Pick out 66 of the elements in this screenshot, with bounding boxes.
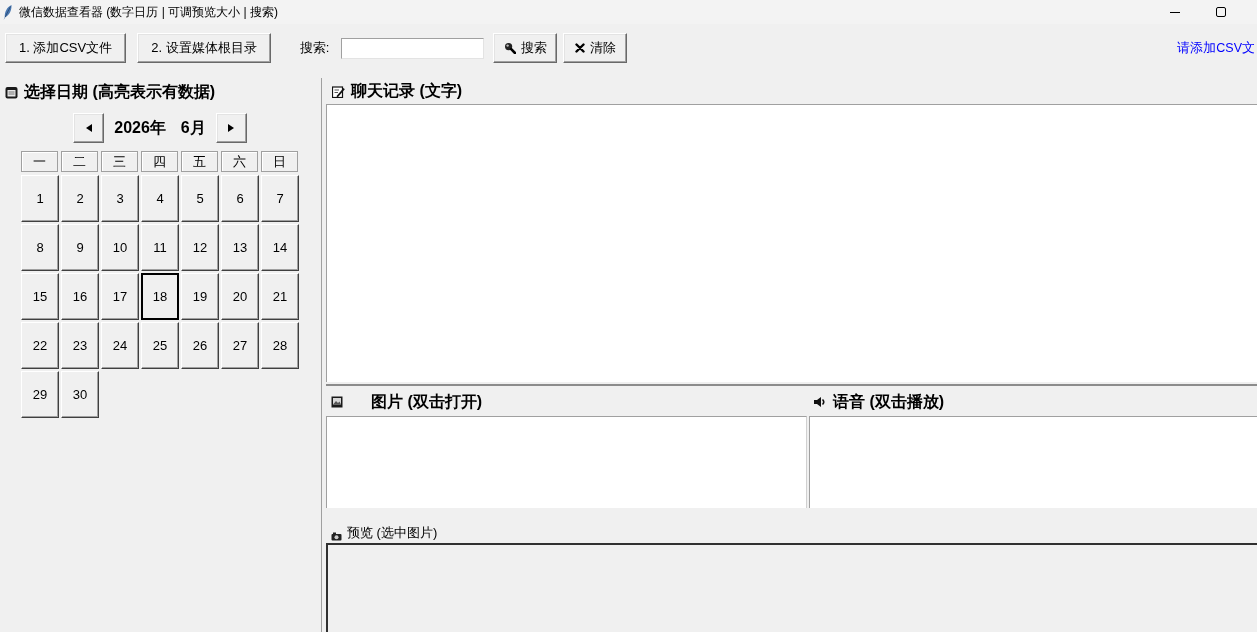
day-button[interactable]: 26 [181,322,219,369]
day-button[interactable]: 8 [21,224,59,271]
day-button[interactable]: 17 [101,273,139,320]
day-button[interactable]: 21 [261,273,299,320]
day-button[interactable]: 7 [261,175,299,222]
day-button[interactable]: 19 [181,273,219,320]
year-text: 2026年 [114,118,166,138]
day-button[interactable]: 23 [61,322,99,369]
day-button[interactable]: 25 [141,322,179,369]
day-button[interactable]: 5 [181,175,219,222]
day-button[interactable]: 18 [141,273,179,320]
voice-heading: 语音 (双击播放) [833,392,945,412]
minimize-icon [1170,11,1180,13]
speaker-icon [814,397,826,407]
day-button[interactable]: 10 [101,224,139,271]
day-button[interactable]: 12 [181,224,219,271]
clear-button[interactable]: 清除 [563,33,628,63]
day-button[interactable]: 27 [221,322,259,369]
search-label: 搜索: [299,39,330,58]
day-button[interactable]: 15 [21,273,59,320]
toolbar-button[interactable]: 2. 设置媒体根目录 [137,33,271,63]
day-button[interactable]: 4 [141,175,179,222]
weekday-header: 一 [21,151,58,172]
weekday-header: 三 [101,151,138,172]
day-button[interactable]: 13 [221,224,259,271]
day-button[interactable]: 24 [101,322,139,369]
window-title: 微信数据查看器 (数字日历 | 可调预览大小 | 搜索) [19,6,278,18]
search-field[interactable] [341,38,485,59]
weekday-header: 二 [61,151,98,172]
caret-left-icon [85,124,92,132]
status-text: 请添加CSV文 [1177,39,1255,57]
picture-icon [331,396,343,408]
day-button[interactable]: 28 [261,322,299,369]
weekday-header: 日 [261,151,298,172]
day-button[interactable]: 1 [21,175,59,222]
day-button[interactable]: 2 [61,175,99,222]
maximize-icon [1216,7,1226,17]
day-button[interactable]: 22 [21,322,59,369]
day-button[interactable]: 14 [261,224,299,271]
camera-icon [331,532,342,541]
day-button[interactable]: 16 [61,273,99,320]
day-button[interactable]: 11 [141,224,179,271]
search-button[interactable]: 搜索 [493,33,558,63]
calendar-icon [5,85,18,99]
day-button[interactable]: 30 [61,371,99,418]
day-button[interactable]: 9 [61,224,99,271]
search-icon [503,42,516,54]
toolbar-button[interactable]: 1. 添加CSV文件 [5,33,127,63]
close-icon [574,43,585,53]
month-text: 6月 [180,118,206,138]
day-button[interactable]: 29 [21,371,59,418]
weekday-header: 五 [181,151,218,172]
note-pencil-icon [332,84,345,98]
images-heading: 图片 (双击打开) [371,392,483,412]
calendar-heading: 选择日期 (高亮表示有数据) [24,82,216,102]
feather-icon [3,4,12,20]
caret-right-icon [228,124,235,132]
day-button[interactable]: 20 [221,273,259,320]
prev-month-button[interactable] [73,113,105,143]
weekday-header: 四 [141,151,178,172]
day-button[interactable]: 6 [221,175,259,222]
next-month-button[interactable] [215,113,247,143]
preview-heading: 预览 (选中图片) [347,525,438,541]
day-button[interactable]: 3 [101,175,139,222]
chat-heading: 聊天记录 (文字) [351,81,463,101]
weekday-header: 六 [221,151,258,172]
